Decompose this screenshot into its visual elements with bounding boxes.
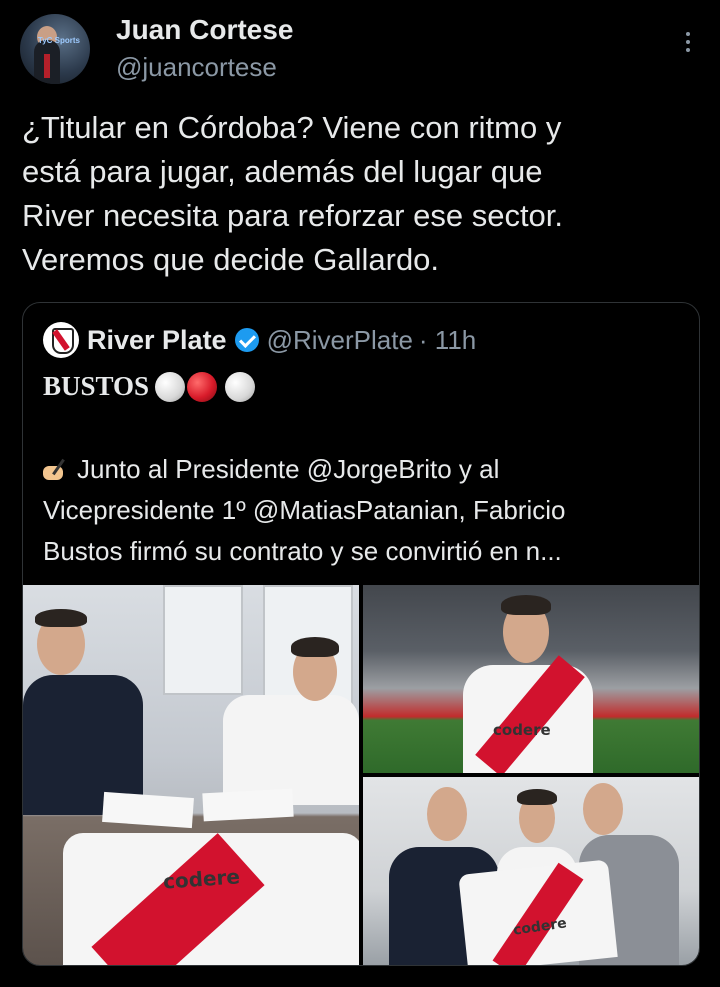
quote-header: River Plate @RiverPlate · 11h bbox=[43, 321, 476, 359]
quote-author-name[interactable]: River Plate bbox=[87, 325, 227, 356]
photo-stadium-player[interactable]: codere bbox=[363, 585, 699, 773]
quote-media-grid: codere codere codere bbox=[23, 585, 699, 965]
author-name[interactable]: Juan Cortese bbox=[116, 14, 293, 46]
red-ball-icon bbox=[187, 371, 218, 402]
author-avatar[interactable]: TyC Sports bbox=[20, 14, 90, 84]
photo-presenting-jersey[interactable]: codere bbox=[363, 777, 699, 965]
writing-hand-icon bbox=[43, 458, 71, 480]
avatar-tie bbox=[44, 54, 50, 78]
tweet-line: está para jugar, además del lugar que bbox=[22, 154, 543, 189]
avatar-badge: TyC Sports bbox=[37, 36, 80, 45]
quote-timestamp[interactable]: · 11h bbox=[419, 325, 476, 356]
quote-body-line: Vicepresidente 1º @MatiasPatanian, Fabri… bbox=[43, 495, 566, 525]
quote-body-line: Bustos firmó su contrato y se convirtió … bbox=[43, 536, 562, 566]
river-plate-logo-icon[interactable] bbox=[43, 322, 79, 358]
man-left-face bbox=[427, 787, 467, 841]
player-hair bbox=[501, 595, 551, 615]
tweet-line: River necesita para reforzar ese sector. bbox=[22, 198, 564, 233]
quoted-tweet[interactable]: River Plate @RiverPlate · 11h BUSTOS Jun… bbox=[22, 302, 700, 966]
quote-author-handle[interactable]: @RiverPlate bbox=[267, 325, 413, 356]
tweet-header: TyC Sports Juan Cortese @juancortese bbox=[20, 14, 700, 86]
contract-paper bbox=[202, 788, 294, 822]
tweet-text: ¿Titular en Córdoba? Viene con ritmo y e… bbox=[22, 106, 692, 282]
photo-contract-signing[interactable]: codere bbox=[23, 585, 359, 965]
player-hair bbox=[291, 637, 339, 657]
quote-body-line: Junto al Presidente @JorgeBrito y al bbox=[43, 449, 683, 490]
tweet-line: Veremos que decide Gallardo. bbox=[22, 242, 440, 277]
man-left-hair bbox=[35, 609, 87, 627]
more-options-icon[interactable] bbox=[684, 32, 692, 58]
verified-badge-icon bbox=[234, 328, 259, 352]
author-handle[interactable]: @juancortese bbox=[116, 52, 277, 83]
jersey-sponsor: codere bbox=[493, 721, 551, 739]
player-hair bbox=[517, 789, 557, 805]
quote-body-line-text: Junto al Presidente @JorgeBrito y al bbox=[77, 454, 500, 484]
white-ball-icon bbox=[225, 371, 256, 402]
man-right-face bbox=[583, 783, 623, 835]
quote-body: Junto al Presidente @JorgeBrito y al Vic… bbox=[43, 449, 683, 572]
window bbox=[163, 585, 243, 695]
quote-title-text: BUSTOS bbox=[43, 371, 150, 401]
tweet-line: ¿Titular en Córdoba? Viene con ritmo y bbox=[22, 110, 562, 145]
contract-paper bbox=[102, 791, 194, 829]
white-ball-icon bbox=[155, 371, 186, 402]
quote-title: BUSTOS bbox=[43, 371, 256, 402]
